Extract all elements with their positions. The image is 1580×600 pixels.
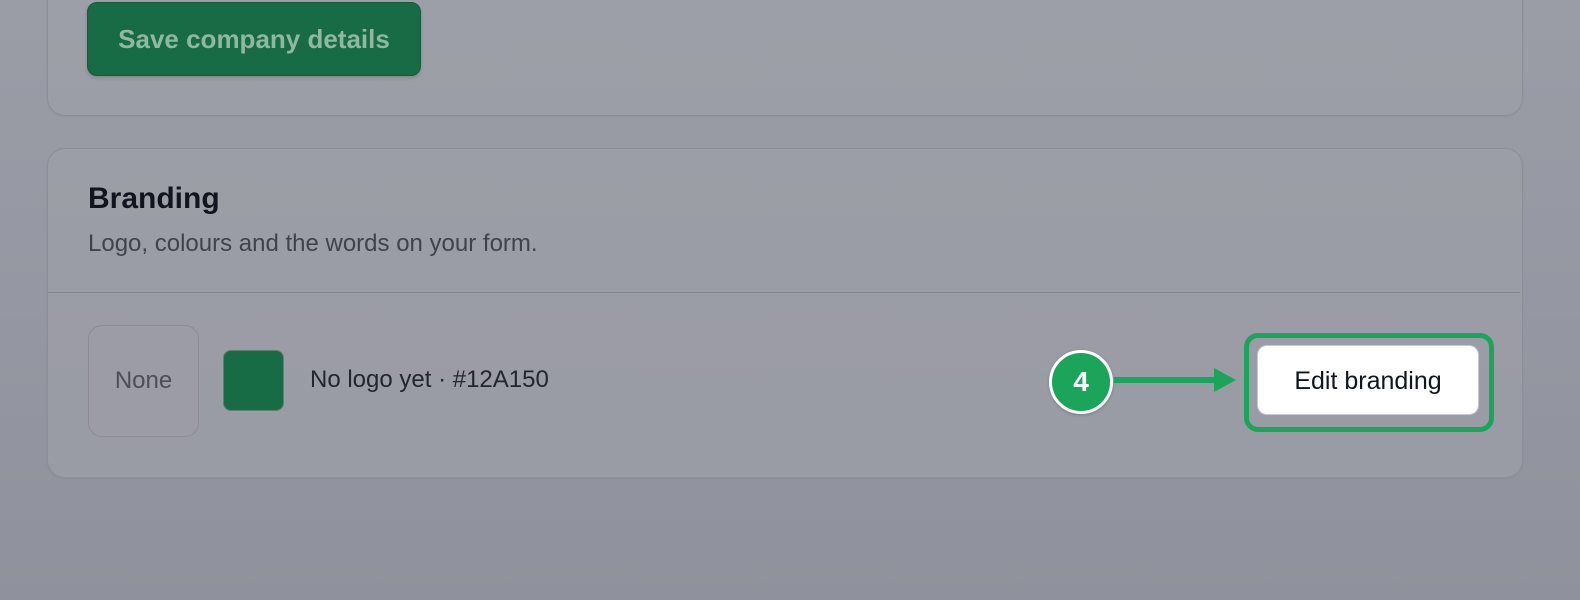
branding-subtitle: Logo, colours and the words on your form…	[88, 230, 538, 257]
branding-divider	[48, 292, 1520, 293]
arrow-right-icon	[1114, 368, 1236, 392]
branding-title: Branding	[88, 182, 220, 215]
step-number-badge: 4	[1049, 350, 1113, 414]
logo-preview: None	[88, 325, 199, 437]
branding-summary: No logo yet · #12A150	[310, 366, 549, 393]
edit-branding-button[interactable]: Edit branding	[1257, 345, 1479, 415]
brand-color-swatch	[223, 350, 284, 411]
save-company-details-button[interactable]: Save company details	[87, 2, 421, 76]
